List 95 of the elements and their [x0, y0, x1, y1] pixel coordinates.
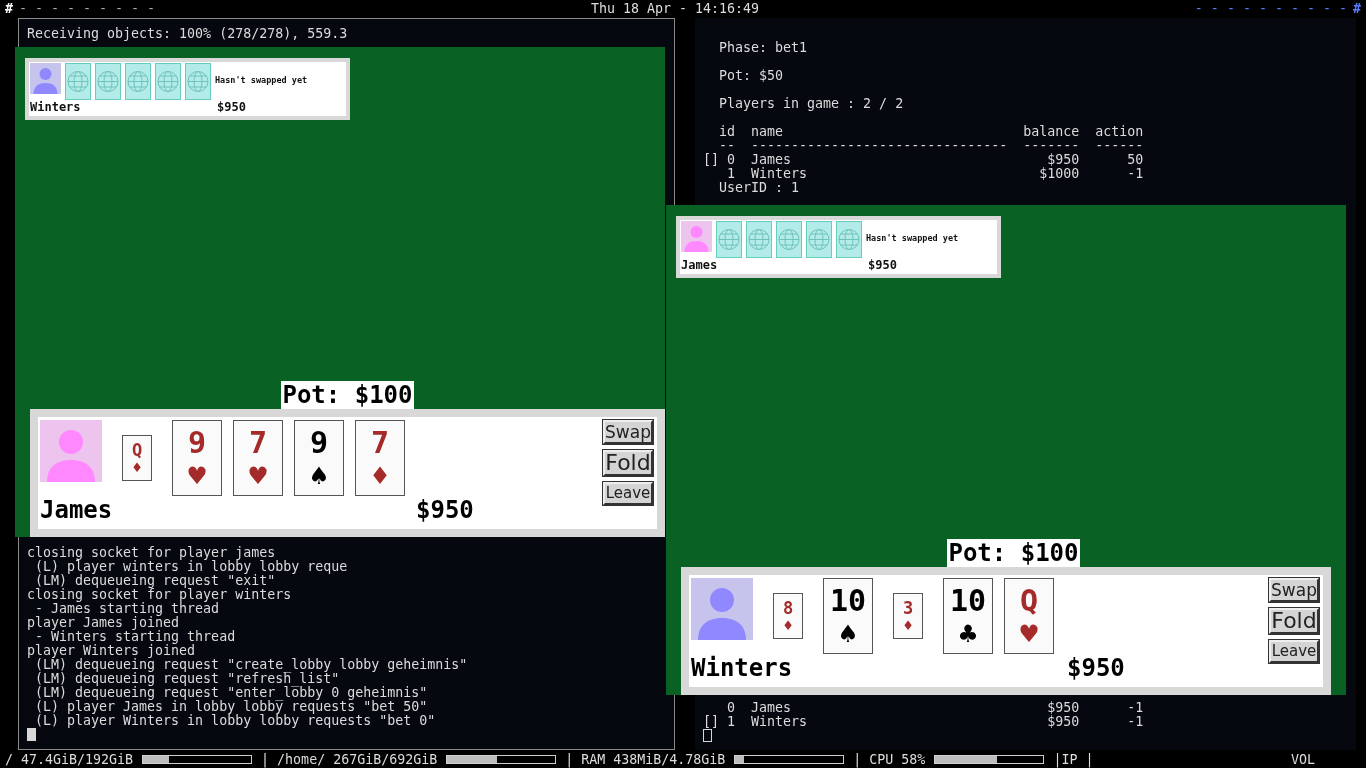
playing-card[interactable]: Q ♦ [122, 435, 152, 481]
card-suit: ♥ [1018, 622, 1040, 646]
card-back-globe-icon [836, 221, 862, 258]
card-suit: ♦ [782, 619, 794, 632]
playing-card[interactable]: 3 ♦ [893, 593, 923, 639]
card-suit: ♥ [186, 464, 208, 488]
opponent-balance: $950 [868, 258, 897, 272]
terminal-line: (L) player winters in lobby lobby reque [35, 560, 348, 574]
card-back-globe-icon [776, 221, 802, 258]
playing-card[interactable]: 8 ♦ [773, 593, 803, 639]
meter-label: | RAM 438MiB/4.78GiB [565, 752, 726, 767]
opponent-name: James [681, 258, 719, 272]
meter-label: | CPU 58% [853, 752, 926, 767]
terminal-line: Phase: bet1 [718, 41, 808, 55]
meter-label: | /home/ 267GiB/692GiB [261, 752, 438, 767]
player-balance: $950 [416, 496, 474, 524]
card-rank: 7 [248, 428, 268, 458]
terminal-line: closing socket for player winters [27, 588, 292, 602]
terminal-line: 0 James $950 -1 [726, 701, 1144, 715]
opponent-name: Winters [30, 100, 82, 114]
workspace-marker: # [1352, 1, 1361, 16]
playing-card[interactable]: 10 ♣ [943, 578, 993, 654]
card-rank: Q [131, 442, 143, 459]
action-button[interactable]: Fold [1269, 608, 1319, 634]
card-rank: 8 [782, 600, 794, 617]
playing-card[interactable]: 10 ♠ [823, 578, 873, 654]
terminal-line: (LM) dequeueing request "create_lobby lobby geheimnis" [35, 658, 468, 672]
opponent-balance: $950 [217, 100, 246, 114]
player-name: James [40, 496, 114, 524]
card-back-globe-icon [185, 63, 211, 100]
terminal-line: id name balance action [718, 125, 1144, 139]
swap-status: Hasn't swapped yet [866, 233, 959, 243]
terminal-line: (LM) dequeueing request "enter_lobby 0 geheimnis" [34, 686, 428, 700]
clock: Thu 18 Apr - 14:16:49 [590, 1, 760, 16]
workspace-marker: # [5, 1, 13, 16]
terminal-line: - James starting thread [35, 602, 220, 616]
terminal-line: -- -------------------------------- ------- ------ [718, 139, 1144, 153]
action-button[interactable]: Swap [1269, 578, 1319, 602]
card-suit: ♥ [247, 464, 269, 488]
card-suit: ♠ [837, 622, 859, 646]
terminal-line: (LM) dequeueing request "refresh_list" [34, 672, 340, 686]
workspace-dashes: - - - - - - - - - [19, 1, 156, 16]
terminal-line: closing socket for player james [27, 546, 276, 560]
card-suit: ♣ [957, 622, 979, 646]
terminal-line: (LM) dequeueing request "exit" [35, 574, 276, 588]
terminal-line: Receiving objects: 100% (278/278), 559.3 [27, 27, 348, 41]
card-back-globe-icon [155, 63, 181, 100]
card-back-globe-icon [806, 221, 832, 258]
card-back-globe-icon [125, 63, 151, 100]
playing-card[interactable]: Q ♥ [1004, 578, 1054, 654]
terminal-line: Pot: $50 [718, 69, 784, 83]
terminal-line: - Winters starting thread [35, 630, 236, 644]
pot-label: Pot: $100 [281, 381, 414, 409]
card-rank: 7 [370, 428, 390, 458]
terminal-line: [] 0 James $950 50 [703, 153, 1144, 167]
card-back-globe-icon [65, 63, 91, 100]
card-back-globe-icon [95, 63, 121, 100]
workspace-dashes: - - - - - - - - - - [1194, 1, 1347, 16]
meter-label: / 47.4GiB/192GiB [5, 752, 134, 767]
playing-card[interactable]: 7 ♦ [355, 420, 405, 496]
terminal-line: player James joined [27, 616, 180, 630]
card-rank: 3 [902, 600, 914, 617]
playing-card[interactable]: 7 ♥ [233, 420, 283, 496]
card-suit: ♦ [369, 464, 391, 488]
volume-label: VOL [1290, 752, 1315, 767]
card-back-globe-icon [746, 221, 772, 258]
action-button[interactable]: Leave [603, 482, 653, 505]
ip-label: |IP | [1053, 752, 1094, 767]
card-rank: 9 [309, 428, 329, 458]
card-rank: Q [1019, 586, 1039, 616]
action-button[interactable]: Swap [603, 420, 653, 444]
action-button[interactable]: Fold [603, 450, 653, 476]
pot-label: Pot: $100 [947, 539, 1080, 567]
card-rank: 10 [829, 586, 867, 616]
card-suit: ♦ [131, 461, 143, 474]
card-back-globe-icon [716, 221, 742, 258]
terminal-line: 1 Winters $1000 -1 [726, 167, 1144, 181]
playing-card[interactable]: 9 ♠ [294, 420, 344, 496]
card-rank: 10 [949, 586, 987, 616]
terminal-line: [] 1 Winters $950 -1 [703, 715, 1144, 729]
card-suit: ♦ [902, 619, 914, 632]
terminal-line: (L) player James in lobby lobby requests "bet 50" [34, 700, 428, 714]
text-cursor [703, 729, 712, 742]
player-name: Winters [691, 654, 794, 682]
terminal-line: UserID : 1 [718, 181, 800, 195]
player-balance: $950 [1067, 654, 1125, 682]
terminal-line: (L) player Winters in lobby lobby requests "bet 0" [34, 714, 436, 728]
card-suit: ♠ [308, 464, 330, 488]
terminal-line: Players in game : 2 / 2 [718, 97, 904, 111]
swap-status: Hasn't swapped yet [215, 75, 308, 85]
text-cursor [27, 728, 36, 741]
terminal-line: player Winters joined [27, 644, 196, 658]
action-button[interactable]: Leave [1269, 640, 1319, 663]
card-rank: 9 [187, 428, 207, 458]
playing-card[interactable]: 9 ♥ [172, 420, 222, 496]
